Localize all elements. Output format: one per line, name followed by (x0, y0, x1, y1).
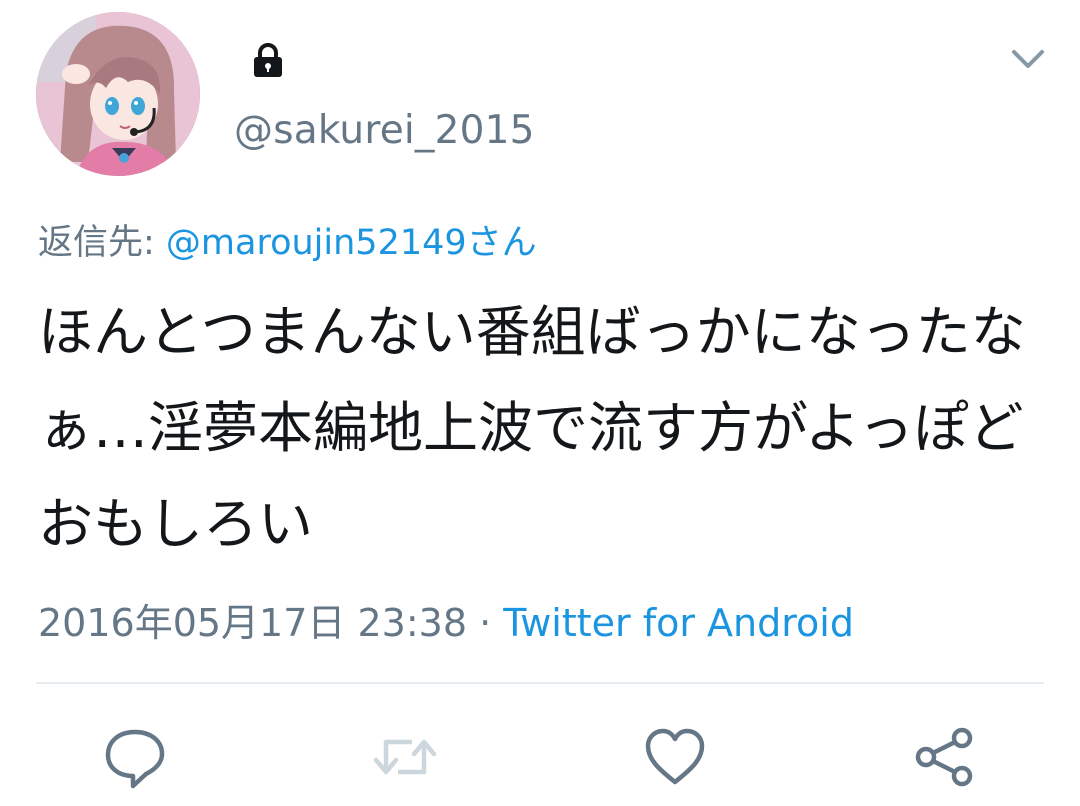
user-handle[interactable]: @sakurei_2015 (234, 108, 535, 153)
retweet-icon (373, 739, 437, 775)
share-icon (915, 727, 973, 787)
tweet-timestamp[interactable]: 2016年05月17日 23:38 (38, 601, 467, 645)
tweet-detail: @sakurei_2015 返信先: @maroujin52149さん ほんとつ… (0, 0, 1080, 806)
meta-separator: · (467, 601, 504, 645)
divider (36, 682, 1044, 684)
retweet-button[interactable] (370, 722, 440, 792)
like-button[interactable] (640, 722, 710, 792)
tweet-source-link[interactable]: Twitter for Android (503, 601, 854, 645)
reply-icon (105, 729, 165, 789)
share-button[interactable] (910, 722, 980, 792)
reply-to-label: 返信先: (38, 223, 166, 263)
reply-button[interactable] (100, 722, 170, 792)
avatar-image (36, 12, 200, 176)
user-avatar[interactable] (36, 12, 200, 176)
tweet-text: ほんとつまんない番組ばっかになったなぁ…淫夢本編地上波で流す方がよっぽどおもしろ… (38, 300, 1026, 556)
tweet-meta: 2016年05月17日 23:38 · Twitter for Android (38, 592, 854, 647)
reply-mention-link[interactable]: @maroujin52149さん (166, 223, 537, 263)
reply-to-line: 返信先: @maroujin52149さん (38, 214, 537, 265)
lock-icon (254, 43, 282, 77)
heart-icon (645, 728, 705, 785)
chevron-down-icon[interactable] (1010, 44, 1046, 72)
